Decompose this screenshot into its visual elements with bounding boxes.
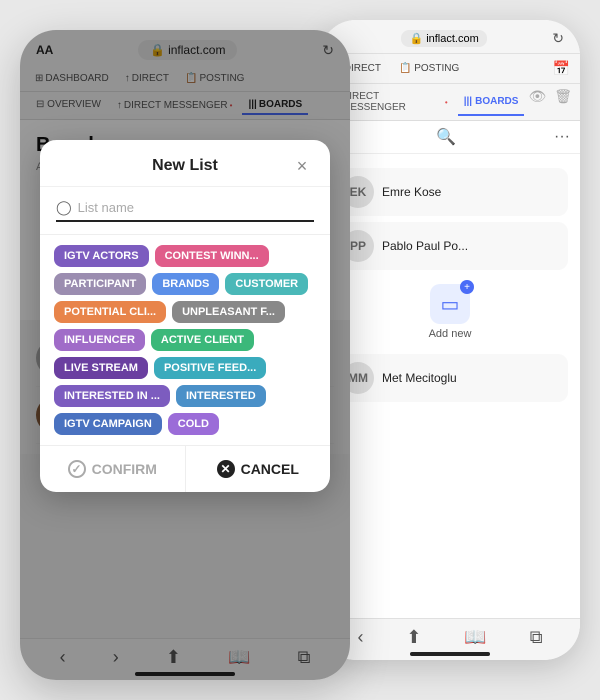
cancel-label: CANCEL bbox=[241, 461, 299, 477]
bg-refresh-icon[interactable]: ↻ bbox=[552, 30, 564, 47]
bg-contact-pablo[interactable]: PP Pablo Paul Po... bbox=[332, 222, 568, 270]
foreground-phone: AA 🔒 inflact.com ↻ ⊞DASHBOARD ↑DIRECT 📋P… bbox=[20, 30, 350, 680]
tag-interested-in[interactable]: INTERESTED IN ... bbox=[54, 385, 170, 407]
cancel-x-icon: ✕ bbox=[217, 460, 235, 478]
bg-content: EK Emre Kose PP Pablo Paul Po... ▭ + Add… bbox=[320, 154, 580, 416]
tag-live-stream[interactable]: LIVE STREAM bbox=[54, 357, 148, 379]
tag-influencer[interactable]: INFLUENCER bbox=[54, 329, 145, 351]
modal-input-area: ◯ List name bbox=[40, 187, 330, 235]
confirm-check-icon: ✓ bbox=[68, 460, 86, 478]
new-list-modal: New List × ◯ List name IGTV ACTORS CONTE… bbox=[40, 140, 330, 492]
bg-contact-met[interactable]: MM Met Mecitoglu bbox=[332, 354, 568, 402]
tag-brands[interactable]: BRANDS bbox=[152, 273, 219, 295]
bg-nav-book[interactable]: 📖 bbox=[464, 627, 486, 648]
tag-active-client[interactable]: ACTIVE CLIENT bbox=[151, 329, 254, 351]
tag-interested[interactable]: INTERESTED bbox=[176, 385, 266, 407]
tag-contest-winn[interactable]: CONTEST WINN... bbox=[155, 245, 269, 267]
bg-lock-icon: 🔒 bbox=[409, 32, 423, 45]
bg-eye-icon[interactable]: 👁 bbox=[528, 88, 546, 116]
background-phone: 🔒 inflact.com ↻ ↑ DIRECT 📋 POSTING 📅 ↑ D… bbox=[320, 20, 580, 660]
modal-input-row: ◯ List name bbox=[56, 199, 314, 222]
bg-name-met: Met Mecitoglu bbox=[382, 371, 457, 385]
modal-confirm-button[interactable]: ✓ CONFIRM bbox=[40, 446, 186, 492]
bg-top-nav: ↑ DIRECT 📋 POSTING 📅 bbox=[320, 54, 580, 84]
bg-nav-back[interactable]: ‹ bbox=[357, 627, 363, 648]
bg-add-new-label: Add new bbox=[429, 328, 472, 340]
modal-input-placeholder: List name bbox=[78, 200, 134, 215]
bg-more-icon[interactable]: ··· bbox=[554, 128, 570, 146]
bg-search-icon[interactable]: 🔍 bbox=[436, 127, 456, 147]
modal-title: New List bbox=[80, 157, 290, 175]
bg-name-emre: Emre Kose bbox=[382, 185, 441, 199]
tag-cold[interactable]: COLD bbox=[168, 413, 219, 435]
confirm-label: CONFIRM bbox=[92, 461, 157, 477]
bg-nav-share[interactable]: ⬆ bbox=[406, 627, 421, 648]
bg-home-indicator bbox=[410, 652, 490, 656]
modal-footer: ✓ CONFIRM ✕ CANCEL bbox=[40, 445, 330, 492]
tags-area: IGTV ACTORS CONTEST WINN... PARTICIPANT … bbox=[40, 235, 330, 445]
bg-name-pablo: Pablo Paul Po... bbox=[382, 239, 468, 253]
tag-customer[interactable]: CUSTOMER bbox=[225, 273, 308, 295]
bg-url-text: inflact.com bbox=[426, 33, 479, 45]
modal-overlay: New List × ◯ List name IGTV ACTORS CONTE… bbox=[20, 30, 350, 680]
tag-unpleasant-f[interactable]: UNPLEASANT F... bbox=[172, 301, 285, 323]
bg-trash-icon[interactable]: 🗑 bbox=[554, 88, 572, 116]
bg-bottom-bar: ‹ ⬆ 📖 ⧉ bbox=[320, 618, 580, 660]
bg-tab-boards[interactable]: ||| BOARDS bbox=[458, 88, 525, 116]
tag-igtv-actors[interactable]: IGTV ACTORS bbox=[54, 245, 149, 267]
bg-plus-icon: + bbox=[460, 280, 474, 294]
bg-contact-emre[interactable]: EK Emre Kose bbox=[332, 168, 568, 216]
bg-bottom-nav: ‹ ⬆ 📖 ⧉ bbox=[336, 627, 564, 648]
bg-nav-posting[interactable]: 📋 POSTING bbox=[393, 60, 465, 77]
bg-add-new-btn[interactable]: ▭ + Add new bbox=[332, 276, 568, 348]
modal-cancel-button[interactable]: ✕ CANCEL bbox=[186, 446, 331, 492]
bg-url-area: 🔒 inflact.com bbox=[401, 30, 486, 47]
tag-participant[interactable]: PARTICIPANT bbox=[54, 273, 146, 295]
tag-igtv-campaign[interactable]: IGTV CAMPAIGN bbox=[54, 413, 162, 435]
tag-potential-cli[interactable]: POTENTIAL CLI... bbox=[54, 301, 166, 323]
bg-contact-list: EK Emre Kose PP Pablo Paul Po... ▭ + Add… bbox=[332, 168, 568, 402]
bg-add-new-icon: ▭ + bbox=[430, 284, 470, 324]
modal-header: New List × bbox=[40, 140, 330, 187]
bg-statusbar: 🔒 inflact.com ↻ bbox=[320, 20, 580, 54]
modal-close-button[interactable]: × bbox=[290, 154, 314, 178]
tag-positive-feed[interactable]: POSITIVE FEED... bbox=[154, 357, 266, 379]
bg-search-row: ct 🔍 ··· bbox=[320, 121, 580, 154]
modal-input-circle-icon: ◯ bbox=[56, 199, 72, 216]
bg-nav-tabs[interactable]: ⧉ bbox=[530, 627, 543, 648]
